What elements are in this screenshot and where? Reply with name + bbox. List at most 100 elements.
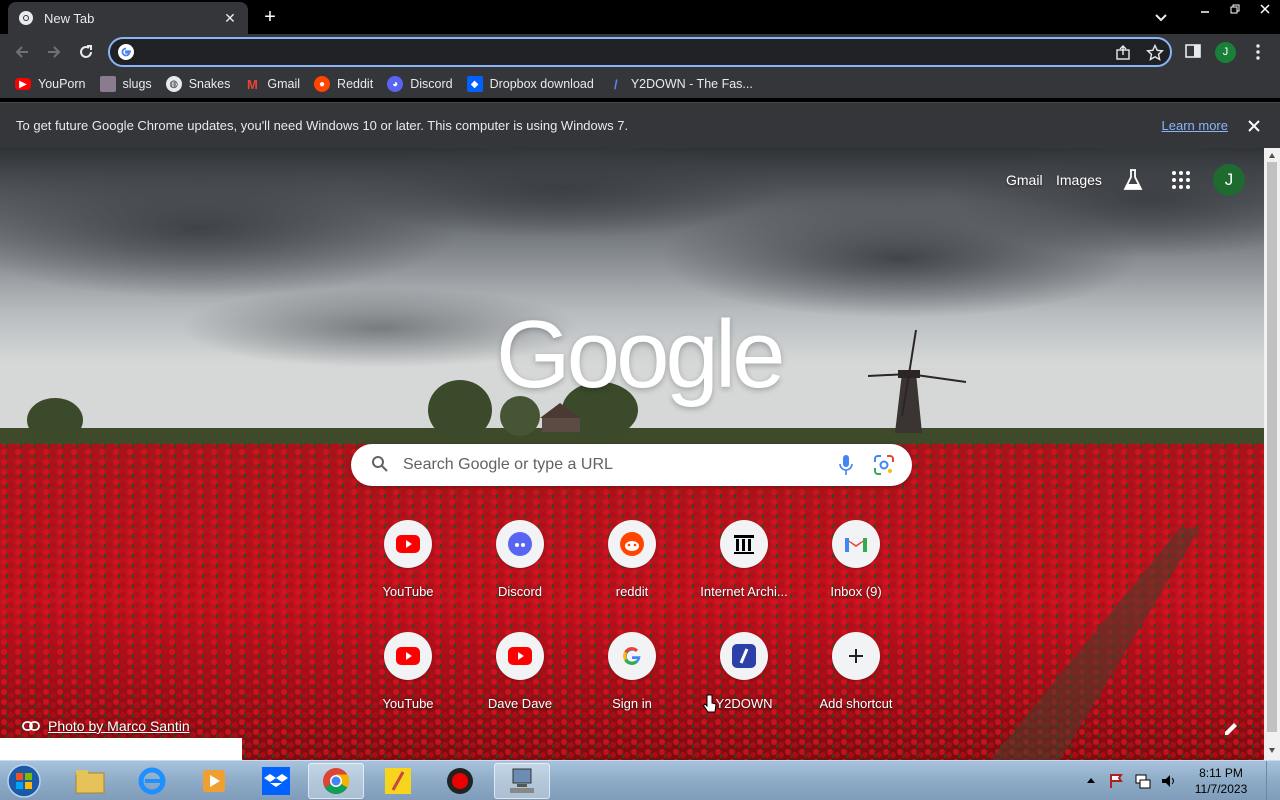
tab-new-tab[interactable]: New Tab ✕: [8, 2, 248, 34]
back-button[interactable]: [10, 40, 34, 64]
gmail-link[interactable]: Gmail: [1006, 172, 1043, 188]
taskbar-dropbox[interactable]: [248, 763, 304, 799]
arrow-right-icon: [48, 46, 61, 58]
gmail-icon: M: [246, 76, 258, 92]
tile-icon-wrap: [720, 520, 768, 568]
search-input[interactable]: [403, 452, 823, 478]
star-icon[interactable]: [1146, 44, 1164, 62]
images-link[interactable]: Images: [1056, 172, 1102, 188]
google-logo: Google: [496, 301, 786, 408]
folder-icon: [75, 770, 105, 794]
clock-date: 11/7/2023: [1194, 782, 1248, 796]
reddit-icon: [620, 532, 644, 556]
infobar-close-icon[interactable]: [1246, 118, 1262, 134]
taskbar-media-player[interactable]: [186, 763, 242, 799]
media-player-icon: [203, 770, 225, 792]
share-icon[interactable]: [1114, 44, 1132, 62]
shortcut-tile[interactable]: Internet Archi...: [688, 520, 800, 620]
labs-flask-icon[interactable]: [1122, 168, 1144, 192]
volume-icon[interactable]: [1160, 772, 1178, 790]
bookmark-item[interactable]: ◍ Snakes: [159, 72, 238, 96]
taskbar-recorder[interactable]: [432, 763, 488, 799]
taskbar-explorer[interactable]: [62, 763, 118, 799]
action-center-flag-icon[interactable]: [1108, 772, 1126, 790]
bookmark-item[interactable]: / Y2DOWN - The Fas...: [601, 72, 760, 96]
system-tray: 8:11 PM 11/7/2023: [1078, 761, 1280, 800]
internet-explorer-icon: [138, 767, 166, 795]
dropbox-icon: ◆: [466, 76, 483, 92]
menu-dots-icon[interactable]: [1252, 43, 1264, 61]
arrow-left-icon: [15, 46, 28, 58]
learn-more-link[interactable]: Learn more: [1162, 118, 1228, 133]
shortcut-tile[interactable]: Dave Dave: [464, 632, 576, 732]
shortcut-tile[interactable]: reddit: [576, 520, 688, 620]
windows-start-icon[interactable]: [4, 762, 44, 800]
forward-button[interactable]: [42, 40, 66, 64]
tile-icon-wrap: [832, 520, 880, 568]
pencil-icon[interactable]: [1222, 720, 1240, 738]
discord-icon: [508, 532, 532, 556]
shortcut-tile[interactable]: Y2DOWN: [688, 632, 800, 732]
show-desktop-button[interactable]: [1266, 761, 1280, 800]
bookmark-item[interactable]: ● Reddit: [307, 72, 380, 96]
show-hidden-icons-icon[interactable]: [1082, 772, 1100, 790]
chrome-icon: [323, 768, 350, 795]
new-tab-button[interactable]: +: [259, 6, 281, 28]
taskbar-notes[interactable]: [370, 763, 426, 799]
reload-button[interactable]: [74, 40, 98, 64]
minimize-icon[interactable]: [1190, 0, 1220, 18]
google-icon: [118, 44, 134, 60]
youtube-like-icon: ▶: [15, 78, 31, 90]
search-box[interactable]: [351, 444, 912, 486]
update-infobar: To get future Google Chrome updates, you…: [0, 102, 1280, 148]
shortcut-tile[interactable]: Sign in: [576, 632, 688, 732]
tab-search-icon[interactable]: [1150, 6, 1172, 28]
taskbar-network-app[interactable]: [494, 763, 550, 799]
shortcut-tile[interactable]: Inbox (9): [800, 520, 912, 620]
apps-grid-icon[interactable]: [1171, 170, 1191, 190]
bookmark-label: YouPorn: [38, 77, 86, 91]
taskbar-chrome[interactable]: [308, 763, 364, 799]
bookmark-label: slugs: [122, 77, 152, 91]
scrollbar[interactable]: [1264, 148, 1280, 760]
bookmark-item[interactable]: slugs: [93, 72, 159, 96]
bookmark-label: Discord: [410, 77, 453, 91]
shortcut-tile[interactable]: Discord: [464, 520, 576, 620]
gmail-icon: [845, 538, 867, 552]
account-avatar[interactable]: J: [1213, 164, 1245, 196]
address-bar[interactable]: [108, 37, 1172, 67]
taskbar-ie[interactable]: [124, 763, 180, 799]
plus-icon: [849, 649, 863, 663]
shortcut-tile[interactable]: YouTube: [352, 632, 464, 732]
restore-icon[interactable]: [1220, 0, 1250, 18]
network-icon[interactable]: [1134, 772, 1152, 790]
bookmark-label: Reddit: [337, 77, 374, 91]
tab-title: New Tab: [44, 10, 95, 26]
tile-label: YouTube: [382, 696, 434, 711]
photo-attribution[interactable]: Photo by Marco Santin: [22, 718, 190, 734]
infobar-message: To get future Google Chrome updates, you…: [16, 118, 629, 133]
microphone-icon[interactable]: [838, 454, 854, 476]
tile-icon-wrap: [608, 520, 656, 568]
google-lens-icon[interactable]: [873, 454, 895, 476]
bookmark-label: Dropbox download: [489, 77, 594, 91]
address-input[interactable]: [144, 41, 1104, 63]
scrollbar-thumb[interactable]: [1267, 162, 1277, 732]
dropbox-icon: [262, 767, 290, 795]
clock-time: 8:11 PM: [1199, 766, 1243, 780]
scroll-up-icon[interactable]: [1268, 152, 1276, 160]
bookmark-item[interactable]: M Gmail: [237, 72, 307, 96]
shortcut-tile[interactable]: YouTube: [352, 520, 464, 620]
bookmark-item[interactable]: ◆ Dropbox download: [460, 72, 601, 96]
tab-close-icon[interactable]: ✕: [222, 10, 238, 26]
shortcut-tile[interactable]: Add shortcut: [800, 632, 912, 732]
scroll-down-icon[interactable]: [1268, 746, 1276, 754]
system-clock[interactable]: 8:11 PM 11/7/2023: [1182, 765, 1260, 797]
close-window-icon[interactable]: [1250, 0, 1280, 18]
bookmark-item[interactable]: ◕ Discord: [380, 72, 459, 96]
tile-label: Sign in: [612, 696, 652, 711]
side-panel-icon[interactable]: [1185, 43, 1201, 59]
profile-avatar[interactable]: J: [1215, 42, 1236, 63]
bookmark-item[interactable]: ▶ YouPorn: [8, 72, 93, 96]
tile-icon-wrap: [496, 520, 544, 568]
